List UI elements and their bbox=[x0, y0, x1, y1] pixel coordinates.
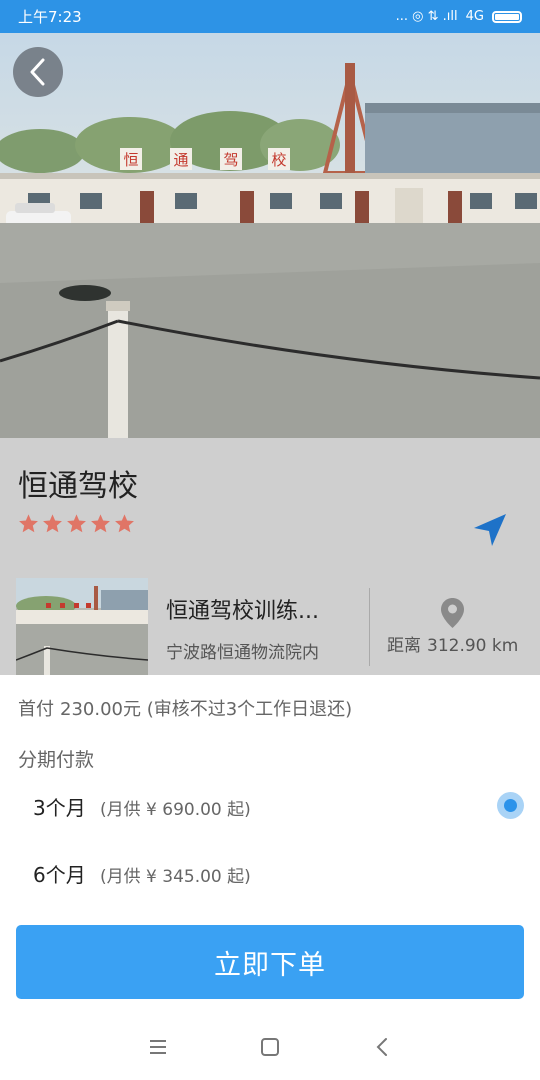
installment-option-6[interactable]: 6个月 (月供 ¥ 345.00 起) bbox=[0, 845, 540, 901]
option-monthly: (月供 ¥ 345.00 起) bbox=[100, 867, 251, 887]
venue-address: 宁波路恒通物流院内 bbox=[166, 643, 319, 663]
status-bar: 上午7:23 ... ◎ ⇅ .ıll 4G bbox=[0, 0, 540, 33]
rating-stars bbox=[18, 513, 135, 534]
option-monthly: (月供 ¥ 690.00 起) bbox=[100, 800, 251, 820]
star-icon bbox=[19, 514, 38, 533]
svg-text:校: 校 bbox=[271, 151, 286, 169]
option-period: 3个月 bbox=[33, 796, 86, 820]
distance-label: 距离 bbox=[387, 636, 421, 656]
home-icon[interactable] bbox=[258, 1035, 282, 1059]
school-photo: 恒 通 驾 校 bbox=[0, 33, 540, 438]
radio-dot bbox=[504, 799, 517, 812]
back-nav-icon[interactable] bbox=[371, 1035, 395, 1059]
option-period: 6个月 bbox=[33, 863, 86, 887]
svg-text:恒: 恒 bbox=[123, 151, 138, 169]
venue-name: 恒通驾校训练... bbox=[166, 599, 319, 624]
star-icon bbox=[43, 514, 62, 533]
down-payment-text: 230.00元 (审核不过3个工作日退还) bbox=[60, 699, 353, 720]
back-button[interactable] bbox=[13, 47, 63, 97]
installment-label: 分期付款 bbox=[18, 749, 95, 771]
battery-icon bbox=[492, 10, 522, 23]
status-time: 上午7:23 bbox=[18, 8, 82, 26]
location-pin-icon bbox=[441, 598, 464, 628]
school-info: 恒通驾校 恒通驾校训练... 宁波路恒通物流院内 距离 312.90 km bbox=[0, 438, 540, 675]
down-payment: 首付 230.00元 (审核不过3个工作日退还) bbox=[18, 695, 352, 721]
star-icon bbox=[67, 514, 86, 533]
school-name: 恒通驾校 bbox=[18, 469, 138, 504]
venue-distance: 距离 312.90 km bbox=[387, 631, 518, 656]
menu-icon[interactable] bbox=[146, 1035, 170, 1059]
status-indicators: ... ◎ ⇅ .ıll 4G bbox=[396, 9, 522, 24]
chevron-left-icon bbox=[30, 58, 45, 86]
distance-value: 312.90 km bbox=[427, 636, 519, 656]
svg-text:驾: 驾 bbox=[223, 151, 238, 169]
down-payment-label: 首付 bbox=[18, 699, 54, 720]
star-icon bbox=[115, 514, 134, 533]
signal-icons: ... ◎ ⇅ .ıll bbox=[395, 9, 458, 24]
radio-selected[interactable] bbox=[497, 792, 524, 819]
system-nav-bar bbox=[0, 1015, 540, 1080]
svg-text:通: 通 bbox=[173, 151, 188, 169]
star-icon bbox=[91, 514, 110, 533]
network-type: 4G bbox=[465, 9, 484, 24]
installment-option-3[interactable]: 3个月 (月供 ¥ 690.00 起) bbox=[0, 778, 540, 834]
venue-thumbnail bbox=[16, 578, 148, 675]
venue-card[interactable]: 恒通驾校训练... 宁波路恒通物流院内 距离 312.90 km bbox=[0, 578, 540, 675]
divider bbox=[369, 588, 370, 666]
order-button[interactable]: 立即下单 bbox=[16, 925, 524, 999]
navigate-arrow-icon[interactable] bbox=[470, 510, 510, 550]
